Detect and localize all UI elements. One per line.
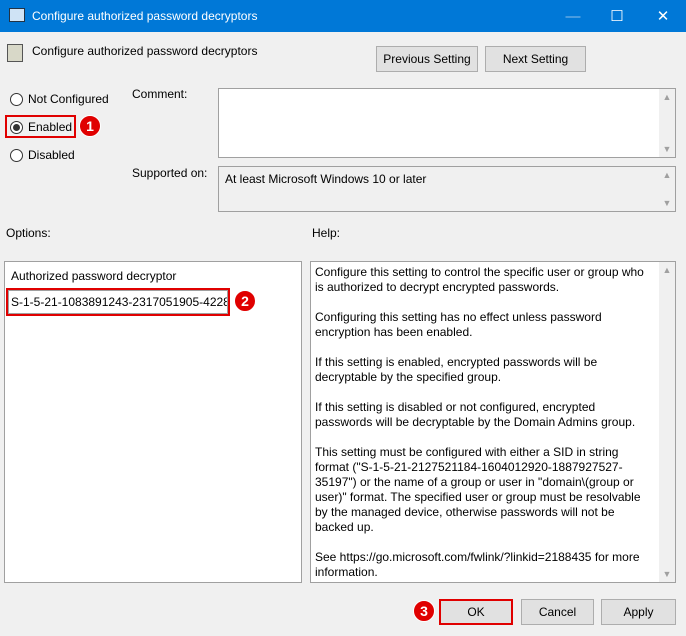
comment-label: Comment: [132, 87, 188, 101]
supported-on-field: At least Microsoft Windows 10 or later ▲… [218, 166, 676, 212]
radio-label: Disabled [28, 148, 75, 162]
decryptor-label: Authorized password decryptor [11, 269, 177, 283]
window-title: Configure authorized password decryptors [32, 9, 258, 23]
scroll-down-icon[interactable]: ▼ [659, 141, 675, 157]
minimize-button[interactable]: — [550, 0, 596, 32]
radio-not-configured[interactable]: Not Configured [10, 92, 109, 106]
options-label: Options: [6, 226, 51, 240]
cancel-button[interactable]: Cancel [521, 599, 594, 625]
radio-circle [10, 92, 23, 106]
comment-input[interactable]: ▲ ▼ [218, 88, 676, 158]
scroll-down-icon[interactable]: ▼ [659, 195, 675, 211]
help-paragraph: Configuring this setting has no effect u… [315, 310, 602, 339]
annotation-badge-3: 3 [413, 600, 435, 622]
help-panel: Configure this setting to control the sp… [310, 261, 676, 583]
radio-disabled[interactable]: Disabled [10, 148, 75, 162]
help-paragraph: See https://go.microsoft.com/fwlink/?lin… [315, 550, 640, 579]
supported-on-label: Supported on: [132, 166, 208, 180]
scroll-down-icon[interactable]: ▼ [659, 566, 675, 582]
ok-button[interactable]: OK [439, 599, 513, 625]
supported-on-value: At least Microsoft Windows 10 or later [225, 172, 427, 186]
close-button[interactable]: ✕ [640, 0, 686, 32]
scrollbar[interactable]: ▲ ▼ [659, 167, 675, 211]
title-bar: Configure authorized password decryptors… [0, 0, 686, 32]
help-paragraph: Configure this setting to control the sp… [315, 265, 644, 294]
radio-label: Not Configured [28, 92, 109, 106]
scroll-up-icon[interactable]: ▲ [659, 89, 675, 105]
scrollbar[interactable]: ▲ ▼ [659, 262, 675, 582]
annotation-badge-1: 1 [79, 115, 101, 137]
app-icon [9, 8, 25, 22]
annotation-badge-2: 2 [234, 290, 256, 312]
help-paragraph: If this setting is disabled or not confi… [315, 400, 636, 429]
help-paragraph: This setting must be configured with eit… [315, 445, 641, 534]
policy-icon [7, 44, 23, 62]
maximize-button[interactable]: ☐ [594, 0, 640, 32]
scrollbar[interactable]: ▲ ▼ [659, 89, 675, 157]
annotation-box-2 [6, 288, 230, 316]
help-paragraph: If this setting is enabled, encrypted pa… [315, 355, 598, 384]
previous-setting-button[interactable]: Previous Setting [376, 46, 478, 72]
scroll-up-icon[interactable]: ▲ [659, 262, 675, 278]
annotation-box-1 [5, 115, 76, 138]
help-label: Help: [312, 226, 341, 240]
radio-circle [10, 148, 23, 162]
scroll-up-icon[interactable]: ▲ [659, 167, 675, 183]
next-setting-button[interactable]: Next Setting [485, 46, 586, 72]
apply-button[interactable]: Apply [601, 599, 676, 625]
setting-name: Configure authorized password decryptors [32, 44, 258, 58]
